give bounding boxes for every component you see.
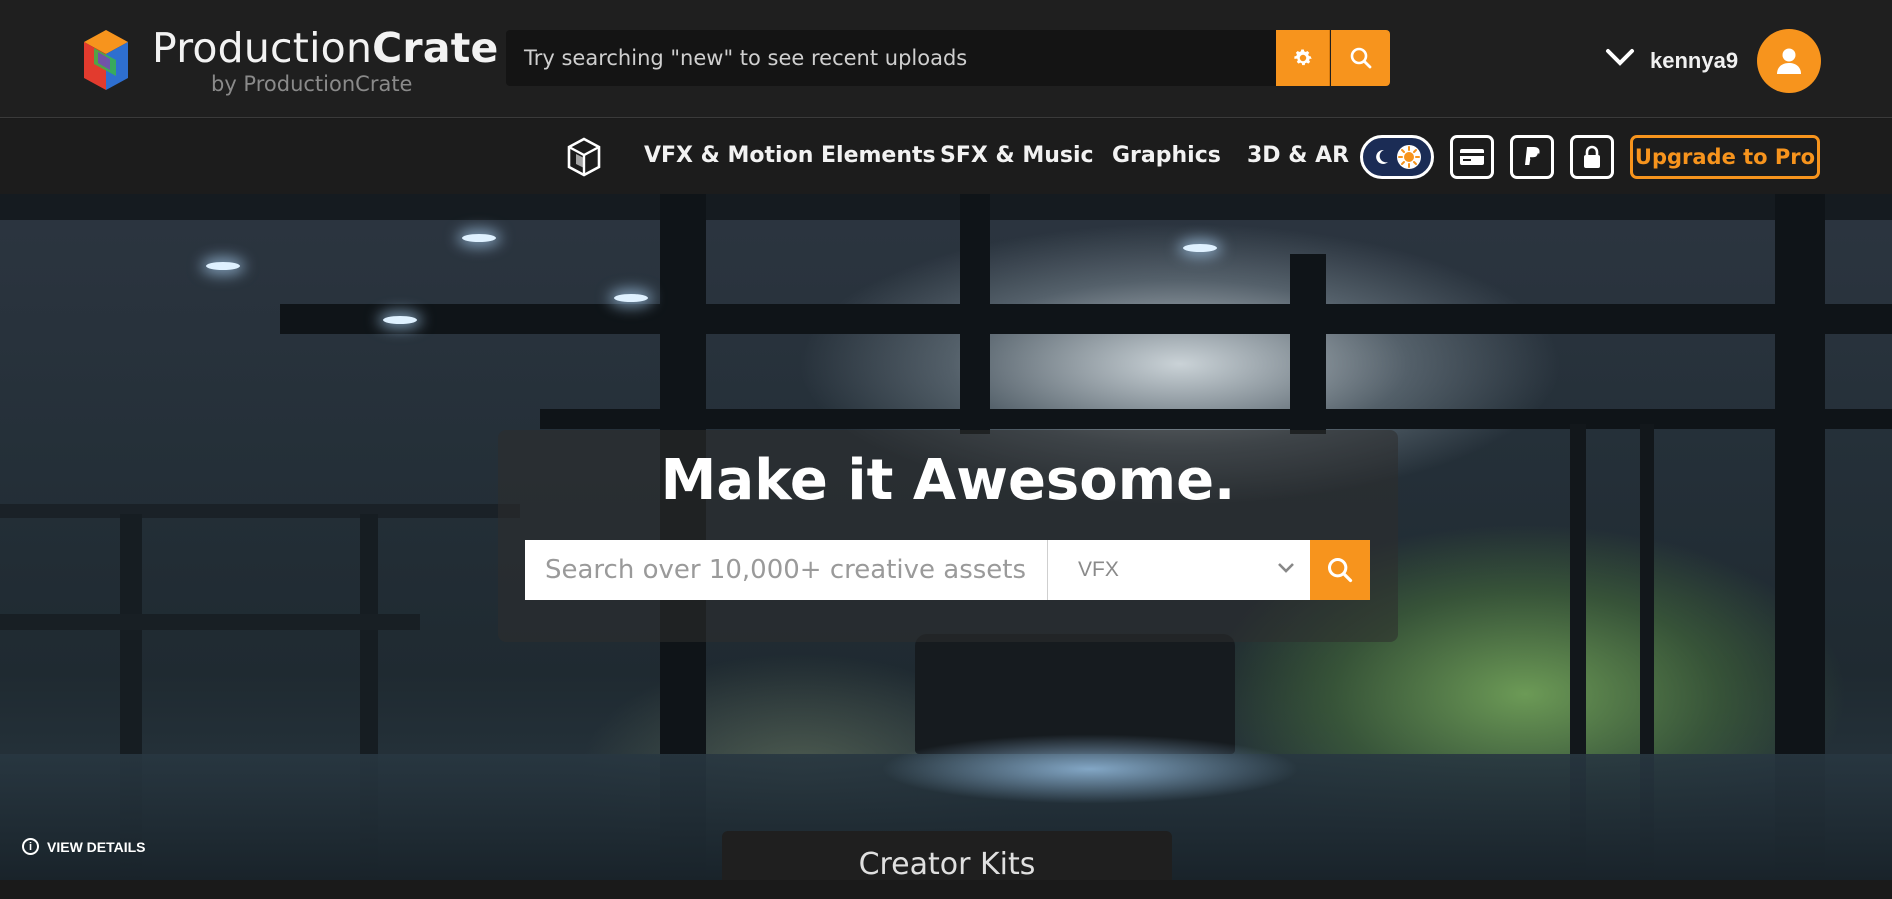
header-search-button[interactable] <box>1331 30 1390 86</box>
sun-icon <box>1397 145 1421 169</box>
category-select[interactable]: VFX <box>1047 540 1310 600</box>
brand[interactable]: ProductionCrate by ProductionCrate <box>152 24 499 96</box>
hero-title: Make it Awesome. <box>660 448 1236 513</box>
hero-search-panel: Make it Awesome. Search over 10,000+ cre… <box>498 430 1398 642</box>
nav-vfx-motion[interactable]: VFX & Motion Elements <box>644 143 936 168</box>
hero-search-button[interactable] <box>1310 540 1370 600</box>
crate-cube-icon[interactable] <box>566 136 602 180</box>
brand-subtitle: by ProductionCrate <box>211 72 413 96</box>
brand-name: ProductionCrate <box>152 24 499 72</box>
credit-card-icon <box>1460 149 1484 165</box>
nav-graphics[interactable]: Graphics <box>1112 143 1221 168</box>
info-icon: i <box>22 838 39 855</box>
chevron-down-icon[interactable] <box>1604 46 1636 68</box>
top-header: ProductionCrate by ProductionCrate Try s… <box>0 0 1892 118</box>
billing-button[interactable] <box>1450 135 1494 179</box>
productioncrate-logo[interactable] <box>78 26 134 94</box>
nav-3d-ar[interactable]: 3D & AR <box>1247 143 1349 168</box>
gear-icon <box>1293 49 1312 66</box>
search-icon <box>1327 557 1353 583</box>
theme-toggle[interactable] <box>1360 135 1434 179</box>
search-settings-button[interactable] <box>1276 30 1330 86</box>
view-details-link[interactable]: i VIEW DETAILS <box>22 838 146 855</box>
nav-sfx-music[interactable]: SFX & Music <box>940 143 1094 168</box>
page-bottom <box>0 880 1892 899</box>
category-select-value: VFX <box>1078 558 1119 581</box>
paypal-button[interactable] <box>1510 135 1554 179</box>
hero-banner: Make it Awesome. Search over 10,000+ cre… <box>0 194 1892 880</box>
lock-button[interactable] <box>1570 135 1614 179</box>
username[interactable]: kennya9 <box>1650 48 1738 74</box>
chevron-down-icon <box>1278 563 1294 573</box>
hero-search-input[interactable]: Search over 10,000+ creative assets <box>525 540 1047 600</box>
search-icon <box>1350 47 1371 69</box>
upgrade-to-pro-button[interactable]: Upgrade to Pro <box>1630 135 1820 179</box>
avatar[interactable] <box>1757 29 1821 93</box>
lock-icon <box>1584 145 1600 168</box>
paypal-icon <box>1525 147 1540 165</box>
moon-icon <box>1376 149 1388 164</box>
main-navigation: VFX & Motion Elements SFX & Music Graphi… <box>0 119 1892 194</box>
view-details-label: VIEW DETAILS <box>47 838 146 855</box>
header-search-input[interactable]: Try searching "new" to see recent upload… <box>506 30 1276 86</box>
user-icon <box>1777 48 1801 74</box>
